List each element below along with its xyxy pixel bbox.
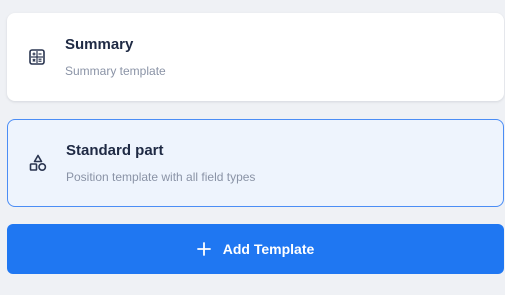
calculator-icon (28, 48, 46, 66)
template-card-summary[interactable]: Summary Summary template (7, 13, 504, 101)
add-template-button[interactable]: Add Template (7, 224, 504, 274)
template-card-standard-part[interactable]: Standard part Position template with all… (7, 119, 504, 207)
template-title: Standard part (66, 142, 164, 159)
plus-icon (196, 242, 211, 256)
template-title: Summary (65, 36, 134, 53)
add-template-label: Add Template (222, 241, 315, 257)
template-description: Summary template (65, 64, 166, 78)
shapes-icon (29, 154, 47, 172)
template-description: Position template with all field types (66, 170, 256, 184)
